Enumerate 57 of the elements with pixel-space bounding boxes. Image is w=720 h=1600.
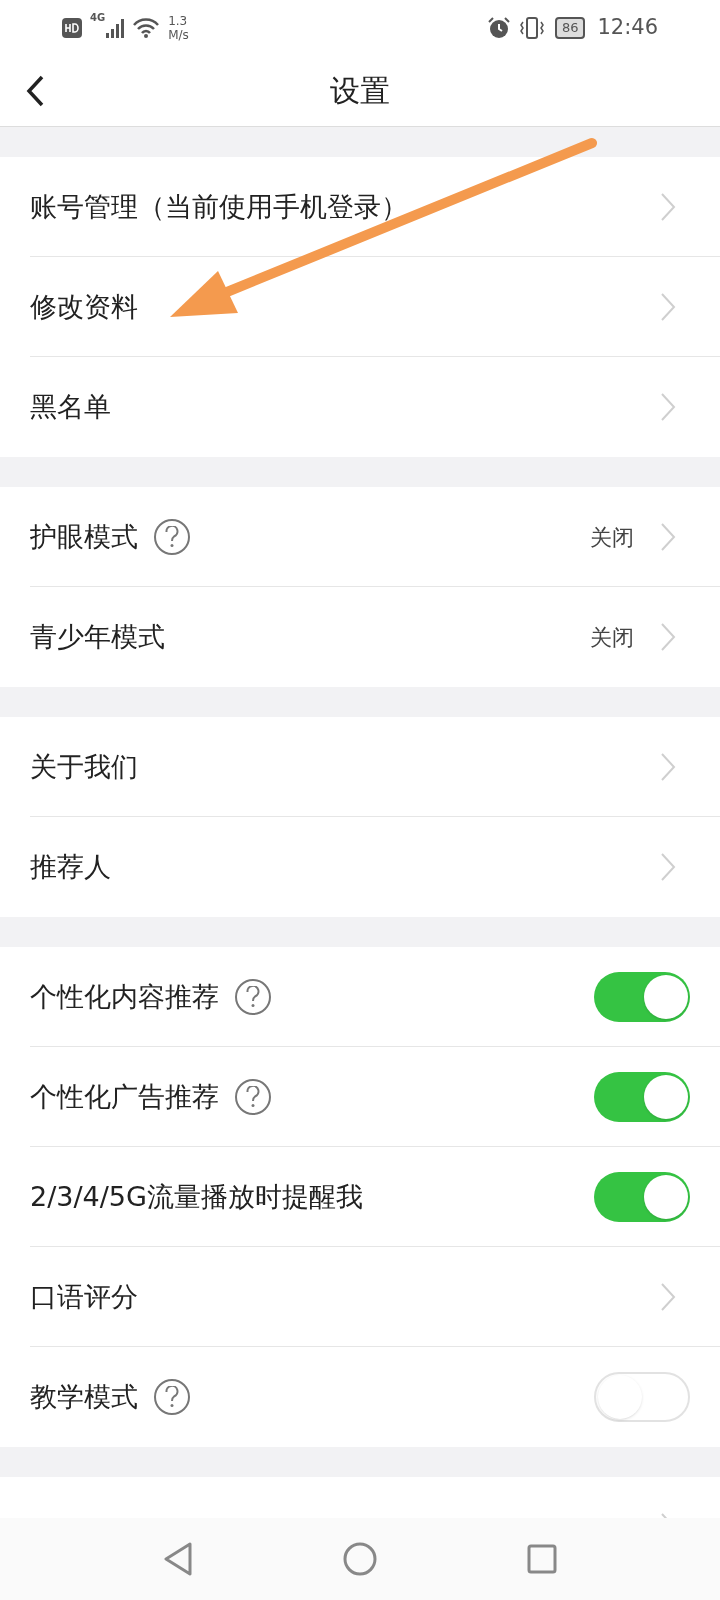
settings-row[interactable]: 账号管理（当前使用手机登录） xyxy=(0,157,720,257)
chevron-right-icon xyxy=(660,622,676,652)
row-label: 口语评分 xyxy=(30,1279,138,1314)
toggle-switch[interactable] xyxy=(594,972,690,1022)
home-nav-icon[interactable] xyxy=(343,1542,377,1576)
row-label: 个性化广告推荐 xyxy=(30,1079,219,1114)
row-label: 护眼模式 xyxy=(30,519,138,554)
back-icon xyxy=(26,74,44,107)
chevron-right-icon xyxy=(660,752,676,782)
back-nav-icon[interactable] xyxy=(163,1542,193,1576)
chevron-right-icon xyxy=(660,392,676,422)
signal-icon xyxy=(106,17,125,38)
row-label: 推荐人 xyxy=(30,849,111,884)
chevron-right-icon xyxy=(660,1282,676,1312)
row-label: 2/3/4/5G流量播放时提醒我 xyxy=(30,1179,363,1214)
settings-row[interactable]: 教学模式 xyxy=(0,1347,720,1447)
settings-row[interactable]: 修改资料 xyxy=(0,257,720,357)
settings-row[interactable]: 青少年模式 关闭 xyxy=(0,587,720,687)
settings-row[interactable]: 推荐人 xyxy=(0,817,720,917)
help-icon[interactable] xyxy=(154,519,190,555)
toggle-switch[interactable] xyxy=(594,1372,690,1422)
chevron-right-icon xyxy=(660,522,676,552)
help-icon[interactable] xyxy=(154,1379,190,1415)
settings-row[interactable]: 关于我们 xyxy=(0,717,720,817)
row-label: 修改资料 xyxy=(30,289,138,324)
toggle-switch[interactable] xyxy=(594,1172,690,1222)
vibrate-icon xyxy=(518,15,545,40)
network-type: 4G xyxy=(90,11,106,25)
wifi-icon xyxy=(132,16,161,39)
settings-row[interactable]: 黑名单 xyxy=(0,357,720,457)
row-label: 账号管理（当前使用手机登录） xyxy=(30,189,408,224)
row-label: 黑名单 xyxy=(30,389,111,424)
chevron-right-icon xyxy=(660,192,676,222)
hd-icon xyxy=(62,17,82,38)
row-label: 关于我们 xyxy=(30,749,138,784)
chevron-right-icon xyxy=(660,852,676,882)
settings-row[interactable]: 2/3/4/5G流量播放时提醒我 xyxy=(0,1147,720,1247)
battery-indicator: 86 xyxy=(554,16,586,39)
row-label: 个性化内容推荐 xyxy=(30,979,219,1014)
settings-row[interactable]: 护眼模式 关闭 xyxy=(0,487,720,587)
page-title: 设置 xyxy=(330,72,390,110)
row-value: 关闭 xyxy=(590,523,634,552)
alarm-icon xyxy=(486,15,511,40)
row-label: 教学模式 xyxy=(30,1379,138,1414)
recents-nav-icon[interactable] xyxy=(527,1544,557,1574)
help-icon[interactable] xyxy=(235,979,271,1015)
row-label: 青少年模式 xyxy=(30,619,165,654)
settings-row[interactable]: 个性化内容推荐 xyxy=(0,947,720,1047)
speed-unit: M/s xyxy=(168,27,189,42)
settings-row[interactable]: 个性化广告推荐 xyxy=(0,1047,720,1147)
chevron-right-icon xyxy=(660,292,676,322)
settings-row[interactable]: 口语评分 xyxy=(0,1247,720,1347)
speed-value: 1.3 xyxy=(168,13,189,28)
help-icon[interactable] xyxy=(235,1079,271,1115)
toggle-switch[interactable] xyxy=(594,1072,690,1122)
status-time: 12:46 xyxy=(597,13,658,41)
row-value: 关闭 xyxy=(590,623,634,652)
